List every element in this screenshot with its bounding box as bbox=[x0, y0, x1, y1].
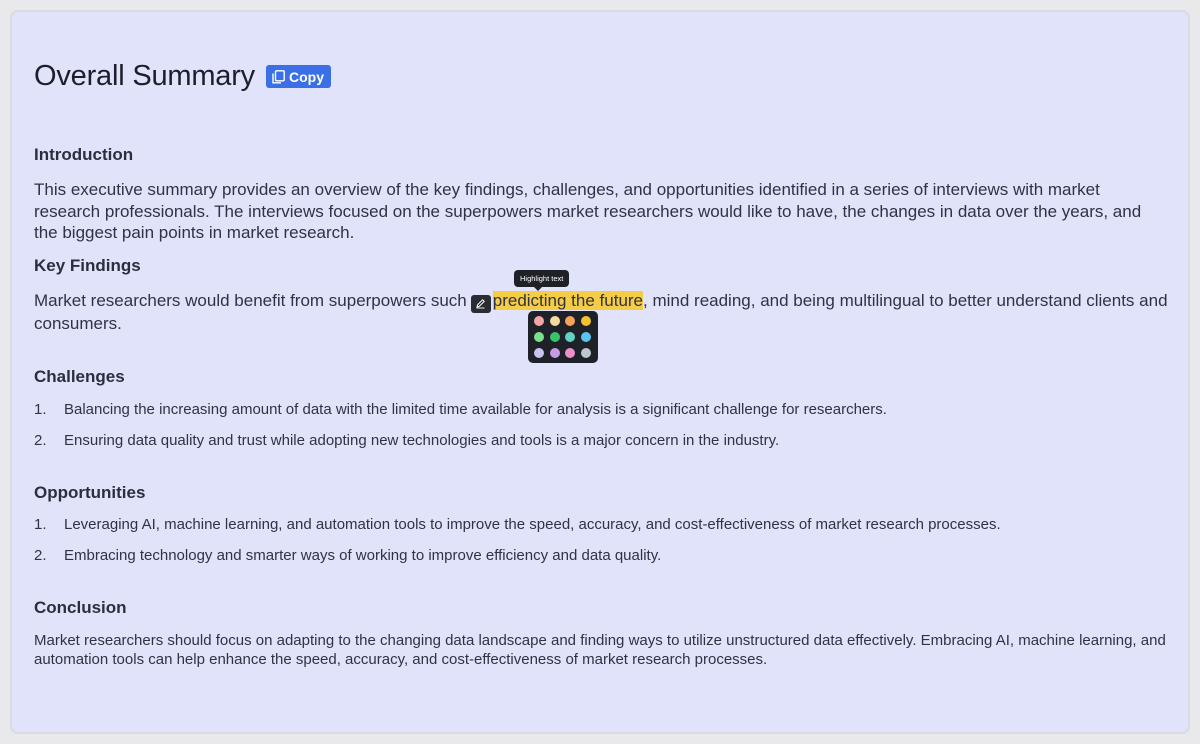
color-swatch[interactable] bbox=[580, 348, 591, 358]
copy-button-label: Copy bbox=[289, 68, 324, 85]
list-item-number: 1. bbox=[34, 516, 47, 533]
summary-panel: Overall Summary Copy Introduction This e… bbox=[12, 12, 1188, 732]
color-swatch[interactable] bbox=[549, 332, 560, 342]
challenges-heading: Challenges bbox=[34, 367, 125, 386]
color-swatch[interactable] bbox=[565, 332, 575, 342]
color-swatch[interactable] bbox=[549, 348, 560, 358]
key-findings-text: Market researchers would benefit from su… bbox=[34, 290, 1169, 334]
opportunities-heading: Opportunities bbox=[34, 483, 146, 502]
introduction-heading: Introduction bbox=[34, 145, 134, 164]
key-findings-heading: Key Findings bbox=[34, 256, 141, 275]
list-item-text: Embracing technology and smarter ways of… bbox=[64, 547, 662, 564]
introduction-text: This executive summary provides an overv… bbox=[34, 180, 1142, 242]
list-item-text: Ensuring data quality and trust while ad… bbox=[64, 432, 780, 449]
list-item: 2. Embracing technology and smarter ways… bbox=[34, 547, 1169, 578]
color-swatch[interactable] bbox=[534, 348, 544, 358]
pen-icon bbox=[476, 299, 486, 309]
list-item-number: 1. bbox=[34, 401, 47, 418]
highlight-pen-button[interactable] bbox=[470, 294, 491, 313]
list-item: 2. Ensuring data quality and trust while… bbox=[34, 432, 1169, 463]
color-swatch[interactable] bbox=[580, 332, 591, 342]
conclusion-text: Market researchers should focus on adapt… bbox=[34, 632, 1166, 668]
list-item-number: 2. bbox=[34, 432, 47, 449]
color-swatch[interactable] bbox=[565, 316, 575, 326]
list-item-text: Balancing the increasing amount of data … bbox=[64, 401, 887, 418]
opportunities-list: 1. Leveraging AI, machine learning, and … bbox=[34, 516, 1169, 578]
copy-button[interactable]: Copy bbox=[266, 65, 331, 88]
list-item: 1. Balancing the increasing amount of da… bbox=[34, 401, 1169, 432]
list-item-text: Leveraging AI, machine learning, and aut… bbox=[64, 516, 1001, 533]
copy-icon bbox=[272, 69, 285, 83]
highlighted-text[interactable]: predicting the future bbox=[492, 291, 644, 310]
color-swatch[interactable] bbox=[580, 316, 591, 326]
color-swatch[interactable] bbox=[549, 316, 560, 326]
highlight-tooltip: Highlight text bbox=[514, 270, 570, 291]
color-swatch[interactable] bbox=[565, 348, 575, 358]
key-findings-text-before: Market researchers would benefit from su… bbox=[34, 291, 467, 310]
color-swatch[interactable] bbox=[534, 332, 544, 342]
conclusion-heading: Conclusion bbox=[34, 598, 127, 617]
challenges-list: 1. Balancing the increasing amount of da… bbox=[34, 401, 1169, 463]
page-title: Overall Summary bbox=[34, 60, 255, 92]
color-swatch[interactable] bbox=[534, 316, 544, 326]
list-item: 1. Leveraging AI, machine learning, and … bbox=[34, 516, 1169, 547]
highlight-color-palette bbox=[528, 311, 598, 363]
list-item-number: 2. bbox=[34, 547, 47, 564]
title-row: Overall Summary Copy bbox=[34, 60, 331, 93]
